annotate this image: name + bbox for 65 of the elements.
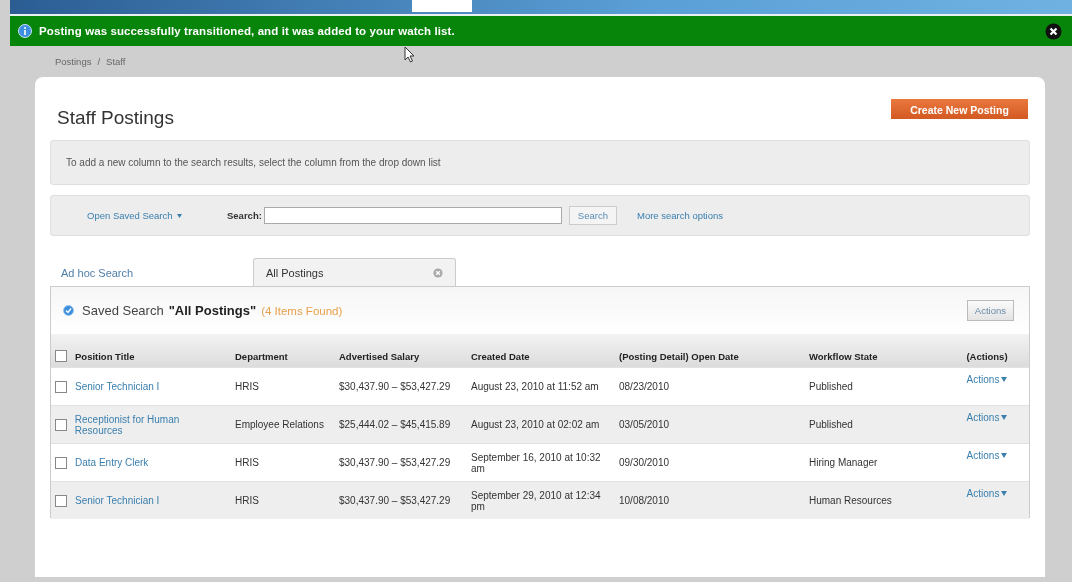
created-date-cell: August 23, 2010 at 11:52 am xyxy=(471,381,599,392)
department-cell: HRIS xyxy=(235,457,259,468)
column-header: Advertised Salary xyxy=(339,351,420,362)
info-icon xyxy=(18,24,32,38)
search-button[interactable]: Search xyxy=(568,206,617,225)
actions-button[interactable]: Actions xyxy=(966,300,1014,321)
results-title: Saved Search "All Postings" (4 Items Found) xyxy=(82,303,343,318)
column-header: Created Date xyxy=(471,351,530,362)
open-date-cell: 08/23/2010 xyxy=(619,381,670,392)
select-all-checkbox[interactable] xyxy=(55,350,67,362)
actions-link[interactable]: Actions xyxy=(966,488,1008,499)
tab[interactable]: Ad hoc Search xyxy=(48,258,253,286)
tab[interactable]: All Postings xyxy=(253,258,456,286)
position-title-link[interactable]: Senior Technician I xyxy=(75,495,160,506)
row-checkbox[interactable] xyxy=(55,418,67,431)
open-date-cell: 03/05/2010 xyxy=(619,419,670,430)
cursor-icon xyxy=(404,46,416,63)
column-header: Workflow State xyxy=(809,351,878,362)
create-posting-button[interactable]: Create New Posting xyxy=(891,99,1028,119)
open-date-cell: 10/08/2010 xyxy=(619,495,670,506)
department-cell: HRIS xyxy=(235,381,259,392)
notification-message: Posting was successfully transitioned, and it was added to your watch list. xyxy=(39,25,456,37)
open-saved-search-link[interactable]: Open Saved Search xyxy=(87,210,227,221)
breadcrumb-link[interactable]: Staff xyxy=(106,56,126,67)
salary-cell: $30,437.90 – $53,427.29 xyxy=(339,495,451,506)
open-date-cell: 09/30/2010 xyxy=(619,457,670,468)
created-date-cell: September 16, 2010 at 10:32 am xyxy=(471,451,601,474)
search-label: Search: xyxy=(227,210,262,221)
row-checkbox[interactable] xyxy=(55,456,67,469)
workflow-state-cell: Published xyxy=(809,381,853,392)
department-cell: HRIS xyxy=(235,495,259,506)
caret-icon xyxy=(1001,491,1008,496)
salary-cell: $25,444.02 – $45,415.89 xyxy=(339,419,451,430)
created-date-cell: September 29, 2010 at 12:34 pm xyxy=(471,489,601,512)
search-status-icon xyxy=(63,305,74,316)
column-header: (Posting Detail) Open Date xyxy=(619,351,739,362)
info-message: To add a new column to the search results, select the column from the drop down list xyxy=(66,157,441,168)
caret-icon xyxy=(1001,415,1008,420)
actions-link[interactable]: Actions xyxy=(966,450,1008,461)
column-header: Position Title xyxy=(75,350,135,362)
position-title-link[interactable]: Senior Technician I xyxy=(75,381,160,392)
salary-cell: $30,437.90 – $53,427.29 xyxy=(339,457,451,468)
column-header: (Actions) xyxy=(966,351,1008,362)
row-checkbox[interactable] xyxy=(55,494,67,507)
more-search-options-link[interactable]: More search options xyxy=(636,210,724,221)
workflow-state-cell: Hiring Manager xyxy=(809,457,878,468)
page-title: Staff Postings xyxy=(57,107,174,129)
breadcrumb-link[interactable]: Postings xyxy=(55,56,92,67)
close-tab-icon[interactable] xyxy=(433,267,443,278)
actions-link[interactable]: Actions xyxy=(966,374,1008,385)
caret-icon xyxy=(176,213,182,218)
position-title-link[interactable]: Data Entry Clerk xyxy=(75,457,149,468)
department-cell: Employee Relations xyxy=(235,419,324,430)
row-checkbox[interactable] xyxy=(55,380,67,393)
search-field[interactable] xyxy=(263,207,562,224)
caret-icon xyxy=(1001,453,1008,458)
caret-icon xyxy=(1001,377,1008,382)
column-header: Department xyxy=(235,351,288,362)
salary-cell: $30,437.90 – $53,427.29 xyxy=(339,381,451,392)
actions-link[interactable]: Actions xyxy=(966,412,1008,423)
close-icon[interactable] xyxy=(1045,22,1062,40)
created-date-cell: August 23, 2010 at 02:02 am xyxy=(471,419,600,430)
workflow-state-cell: Human Resources xyxy=(809,495,892,506)
workflow-state-cell: Published xyxy=(809,419,853,430)
breadcrumb-separator: / xyxy=(97,56,101,67)
